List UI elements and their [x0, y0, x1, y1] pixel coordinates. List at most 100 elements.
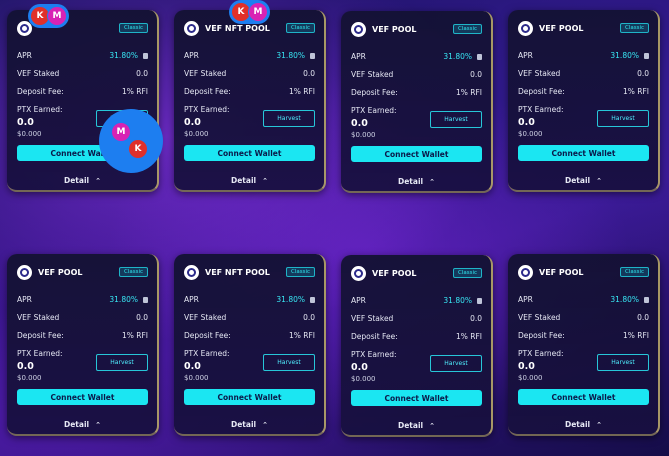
detail-toggle[interactable]: Detail ⌃ [351, 177, 482, 186]
calculator-icon[interactable] [310, 52, 315, 59]
classic-badge: Classic [619, 23, 649, 33]
connect-wallet-button[interactable]: Connect Wallet [518, 145, 649, 161]
chevron-up-icon: ⌃ [596, 421, 602, 429]
chevron-up-icon: ⌃ [429, 178, 435, 186]
pool-title: VEF NFT POOL [205, 267, 270, 277]
calculator-icon[interactable] [477, 53, 482, 60]
detail-toggle[interactable]: Detail ⌃ [518, 176, 649, 185]
apr-row: APR 31.80% [518, 51, 649, 60]
fee-label: Deposit Fee: [518, 331, 565, 340]
earned-value: 0.0 [351, 118, 368, 129]
detail-label: Detail [565, 176, 591, 185]
apr-label: APR [184, 295, 199, 304]
staked-value: 0.0 [303, 313, 315, 322]
connect-wallet-button[interactable]: Connect Wallet [351, 146, 482, 162]
earned-value: 0.0 [184, 117, 201, 128]
fee-row: Deposit Fee: 1% RFI [518, 331, 649, 340]
calculator-icon[interactable] [143, 296, 148, 303]
avatar-group[interactable]: K M [229, 0, 270, 24]
harvest-button[interactable]: Harvest [430, 111, 482, 128]
pool-card: VEF POOL Classic APR 31.80% VEF Staked 0.0… [7, 254, 159, 436]
apr-row: APR 31.80% [17, 295, 148, 304]
earned-usd: $0.000 [184, 374, 209, 382]
pool-title: VEF NFT POOL [205, 23, 270, 33]
detail-toggle[interactable]: Detail ⌃ [351, 421, 482, 430]
connect-wallet-button[interactable]: Connect Wallet [17, 389, 148, 405]
avatar-group[interactable]: K M [28, 4, 69, 28]
calculator-icon[interactable] [644, 296, 649, 303]
classic-badge: Classic [285, 23, 315, 33]
pool-card: VEF POOL Classic APR 31.80% VEF Staked 0.0… [508, 254, 660, 436]
fee-value: 1% RFI [288, 87, 315, 96]
harvest-button[interactable]: Harvest [597, 354, 649, 371]
detail-toggle[interactable]: Detail ⌃ [184, 176, 315, 185]
fee-row: Deposit Fee: 1% RFI [184, 87, 315, 96]
chevron-up-icon: ⌃ [262, 177, 268, 185]
vef-logo-icon [351, 265, 366, 281]
apr-label: APR [351, 296, 366, 305]
vef-logo-icon [184, 264, 199, 280]
card-header: VEF POOL Classic [17, 262, 148, 282]
apr-row: APR 31.80% [351, 52, 482, 61]
staked-label: VEF Staked [518, 313, 561, 322]
detail-label: Detail [231, 420, 257, 429]
classic-badge: Classic [118, 267, 148, 277]
connect-wallet-button[interactable]: Connect Wallet [184, 145, 315, 161]
detail-toggle[interactable]: Detail ⌃ [17, 420, 148, 429]
calculator-icon[interactable] [143, 52, 148, 59]
staked-label: VEF Staked [17, 69, 60, 78]
pool-title: VEF POOL [372, 268, 417, 278]
apr-value: 31.80% [610, 51, 639, 60]
apr-label: APR [518, 295, 533, 304]
apr-value: 31.80% [610, 295, 639, 304]
apr-row: APR 31.80% [184, 295, 315, 304]
chevron-up-icon: ⌃ [262, 421, 268, 429]
apr-value: 31.80% [276, 51, 305, 60]
avatar[interactable]: M [248, 2, 268, 22]
calculator-icon[interactable] [310, 296, 315, 303]
chevron-up-icon: ⌃ [95, 177, 101, 185]
harvest-button[interactable]: Harvest [96, 354, 148, 371]
card-header: VEF POOL Classic [518, 262, 649, 282]
staked-value: 0.0 [470, 314, 482, 323]
avatar[interactable]: M [47, 6, 67, 26]
card-header: VEF POOL Classic [351, 19, 482, 39]
detail-toggle[interactable]: Detail ⌃ [17, 176, 148, 185]
apr-value: 31.80% [276, 295, 305, 304]
fee-value: 1% RFI [455, 88, 482, 97]
staked-row: VEF Staked 0.0 [351, 314, 482, 323]
staked-row: VEF Staked 0.0 [184, 69, 315, 78]
connect-wallet-button[interactable]: Connect Wallet [351, 390, 482, 406]
earned-value: 0.0 [518, 361, 535, 372]
detail-toggle[interactable]: Detail ⌃ [184, 420, 315, 429]
earned-usd: $0.000 [17, 374, 42, 382]
avatar-cluster[interactable]: M K [99, 109, 163, 173]
detail-label: Detail [64, 176, 90, 185]
fee-label: Deposit Fee: [351, 332, 398, 341]
apr-row: APR 31.80% [184, 51, 315, 60]
avatar[interactable]: M [111, 122, 131, 142]
calculator-icon[interactable] [477, 297, 482, 304]
staked-value: 0.0 [136, 313, 148, 322]
connect-wallet-button[interactable]: Connect Wallet [184, 389, 315, 405]
harvest-button[interactable]: Harvest [263, 110, 315, 127]
harvest-button[interactable]: Harvest [430, 355, 482, 372]
earned-usd: $0.000 [17, 130, 42, 138]
card-header: VEF POOL Classic [518, 18, 649, 38]
detail-toggle[interactable]: Detail ⌃ [518, 420, 649, 429]
avatar[interactable]: K [128, 139, 148, 159]
classic-badge: Classic [452, 268, 482, 278]
detail-label: Detail [398, 177, 424, 186]
fee-row: Deposit Fee: 1% RFI [17, 331, 148, 340]
staked-value: 0.0 [637, 313, 649, 322]
staked-row: VEF Staked 0.0 [351, 70, 482, 79]
connect-wallet-button[interactable]: Connect Wallet [518, 389, 649, 405]
apr-label: APR [17, 51, 32, 60]
fee-value: 1% RFI [121, 331, 148, 340]
harvest-button[interactable]: Harvest [597, 110, 649, 127]
classic-badge: Classic [118, 23, 148, 33]
detail-label: Detail [398, 421, 424, 430]
staked-label: VEF Staked [184, 69, 227, 78]
calculator-icon[interactable] [644, 52, 649, 59]
harvest-button[interactable]: Harvest [263, 354, 315, 371]
